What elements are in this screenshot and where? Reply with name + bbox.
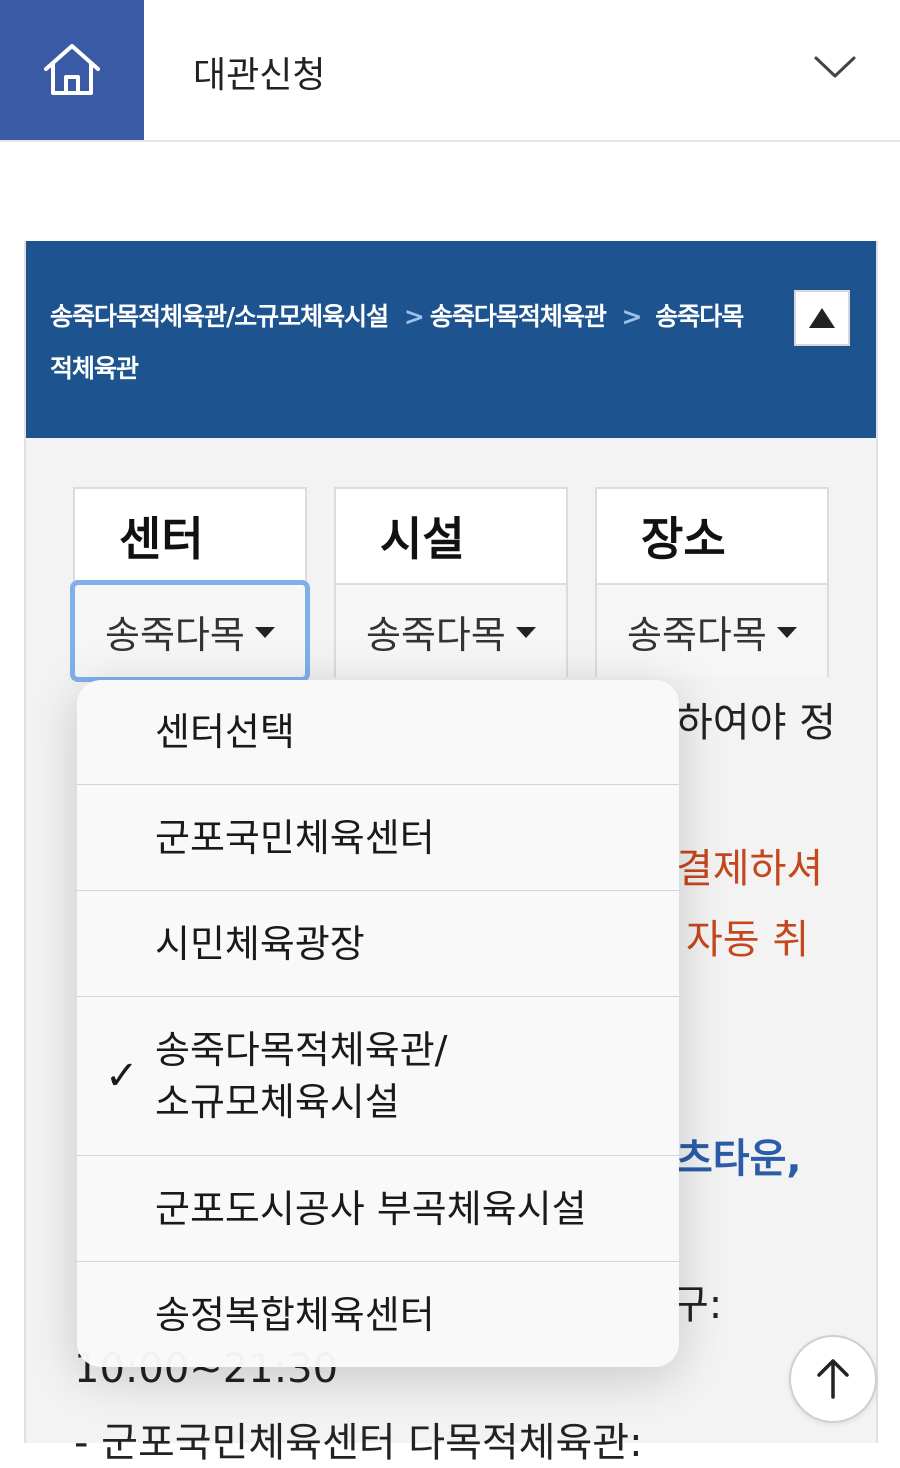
center-label: 센터	[75, 489, 305, 585]
center-dropdown-menu: 센터선택 군포국민체육센터 시민체육광장 ✓ 송죽다목적체육관/ 소규모체육시설…	[77, 680, 679, 1367]
facility-label: 시설	[336, 489, 566, 585]
breadcrumb: 송죽다목적체육관/소규모체육시설 > 송죽다목적체육관 > 송죽다목적체육관	[50, 291, 750, 395]
top-navigation-bar: 대관신청	[0, 0, 900, 142]
dropdown-option[interactable]: 군포도시공사 부곡체육시설	[77, 1156, 679, 1262]
caret-down-icon	[516, 626, 536, 638]
collapse-button[interactable]	[794, 290, 850, 346]
facility-selector: 시설 송죽다목	[334, 487, 568, 677]
caret-down-icon	[777, 626, 797, 638]
dropdown-option[interactable]: 송정복합체육센터	[77, 1262, 679, 1367]
place-label: 장소	[597, 489, 827, 585]
caret-down-icon	[255, 626, 275, 638]
breadcrumb-separator: >	[403, 302, 425, 331]
place-select[interactable]: 송죽다목	[597, 585, 827, 677]
option-label: 송정복합체육센터	[155, 1292, 435, 1337]
option-label: 센터선택	[155, 710, 295, 754]
option-label: 송죽다목적체육관/ 소규모체육시설	[155, 1028, 448, 1124]
option-label: 군포국민체육센터	[155, 815, 435, 860]
panel-header: 송죽다목적체육관/소규모체육시설 > 송죽다목적체육관 > 송죽다목적체육관	[26, 241, 876, 438]
breadcrumb-facility: 송죽다목적체육관	[429, 302, 607, 331]
option-label: 시민체육광장	[155, 921, 365, 966]
center-selector: 센터 송죽다목	[70, 487, 310, 682]
page-title: 대관신청	[193, 55, 326, 96]
home-button[interactable]	[0, 0, 144, 140]
checkmark-icon: ✓	[105, 1053, 139, 1099]
triangle-up-icon	[809, 308, 835, 328]
home-icon	[44, 44, 100, 95]
facility-select[interactable]: 송죽다목	[336, 585, 566, 677]
place-select-value: 송죽다목	[627, 612, 767, 657]
dropdown-option-selected[interactable]: ✓ 송죽다목적체육관/ 소규모체육시설	[77, 997, 679, 1156]
place-selector: 장소 송죽다목	[595, 487, 829, 677]
scroll-to-top-button[interactable]	[789, 1335, 877, 1423]
facility-select-value: 송죽다목	[366, 612, 506, 657]
breadcrumb-separator: >	[621, 302, 643, 331]
dropdown-option[interactable]: 군포국민체육센터	[77, 785, 679, 891]
center-select-value: 송죽다목	[105, 612, 245, 657]
notice-text: 하여야 정	[676, 700, 836, 746]
notice-text-red: 자동 취	[686, 917, 810, 963]
notice-text-red: 결제하셔	[676, 846, 824, 892]
notice-text: 구:	[672, 1282, 723, 1328]
option-label: 군포도시공사 부곡체육시설	[155, 1186, 587, 1231]
dropdown-option[interactable]: 시민체육광장	[77, 891, 679, 997]
notice-text: - 군포국민체육센터 다목적체육관:	[74, 1420, 643, 1466]
arrow-up-icon	[817, 1359, 849, 1399]
dropdown-option[interactable]: 센터선택	[77, 680, 679, 785]
center-select[interactable]: 송죽다목	[70, 580, 310, 682]
chevron-down-icon[interactable]	[812, 48, 858, 84]
notice-text-blue: 츠타운,	[676, 1136, 802, 1182]
breadcrumb-center: 송죽다목적체육관/소규모체육시설	[50, 302, 389, 331]
